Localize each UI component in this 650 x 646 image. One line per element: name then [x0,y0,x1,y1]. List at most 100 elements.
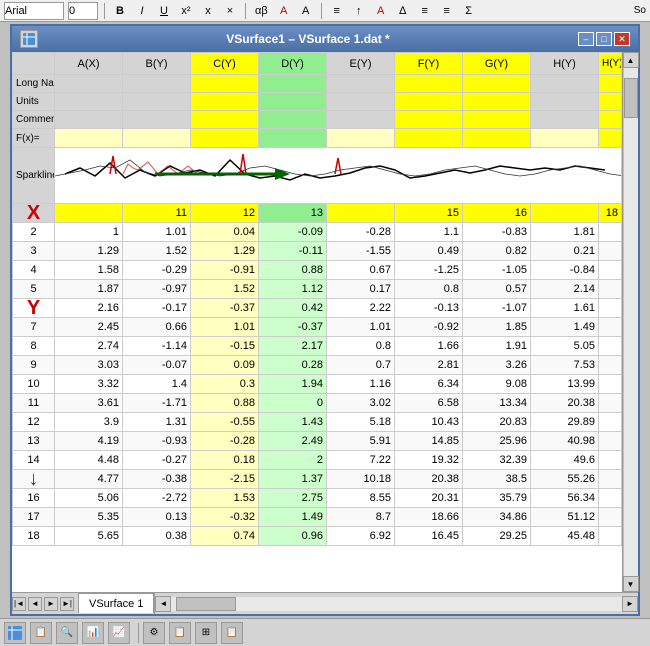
comments-f[interactable] [395,111,463,129]
fx-e[interactable] [327,129,395,148]
r5-g[interactable]: 0.57 [463,280,531,299]
r4-c[interactable]: -0.91 [191,261,259,280]
status-icon-2[interactable]: 📋 [30,622,52,644]
border-button[interactable]: ∆ [394,2,412,20]
status-icon-5[interactable]: 📈 [108,622,130,644]
r14-e[interactable]: 7.22 [327,451,395,470]
r4-g[interactable]: -1.05 [463,261,531,280]
r18-b[interactable]: 0.38 [123,527,191,546]
units-b[interactable] [123,93,191,111]
r12-a[interactable]: 3.9 [55,413,123,432]
fx-a[interactable] [55,129,123,148]
format-button[interactable]: ≡ [438,2,456,20]
r3-a[interactable]: 1.29 [55,242,123,261]
r15-g[interactable]: 38.5 [463,470,531,489]
r10-h[interactable]: 13.99 [531,375,599,394]
r11-e[interactable]: 3.02 [327,394,395,413]
r8-a[interactable]: 2.74 [55,337,123,356]
status-icon-7[interactable]: 📋 [169,622,191,644]
r5-i[interactable] [599,280,622,299]
font-selector[interactable]: Arial [4,2,64,20]
r11-b[interactable]: -1.71 [123,394,191,413]
italic-button[interactable]: I [133,2,151,20]
r16-d[interactable]: 2.75 [259,489,327,508]
r2-c[interactable]: 0.04 [191,223,259,242]
r9-d[interactable]: 0.28 [259,356,327,375]
r6-a[interactable]: 2.16 [55,299,123,318]
r5-a[interactable]: 1.87 [55,280,123,299]
units-d[interactable] [259,93,327,111]
long-na-d[interactable] [259,75,327,93]
r9-c[interactable]: 0.09 [191,356,259,375]
r13-g[interactable]: 25.96 [463,432,531,451]
long-na-a[interactable] [55,75,123,93]
r10-d[interactable]: 1.94 [259,375,327,394]
r12-e[interactable]: 5.18 [327,413,395,432]
r11-f[interactable]: 6.58 [395,394,463,413]
r18-i[interactable] [599,527,622,546]
r14-d[interactable]: 2 [259,451,327,470]
r16-f[interactable]: 20.31 [395,489,463,508]
r11-c[interactable]: 0.88 [191,394,259,413]
r4-a[interactable]: 1.58 [55,261,123,280]
r12-b[interactable]: 1.31 [123,413,191,432]
r7-e[interactable]: 1.01 [327,318,395,337]
comments-g[interactable] [463,111,531,129]
long-na-e[interactable] [327,75,395,93]
status-icon-9[interactable]: 📋 [221,622,243,644]
comments-b[interactable] [123,111,191,129]
fx-i[interactable] [599,129,622,148]
r16-b[interactable]: -2.72 [123,489,191,508]
r7-a[interactable]: 2.45 [55,318,123,337]
r12-f[interactable]: 10.43 [395,413,463,432]
r9-f[interactable]: 2.81 [395,356,463,375]
r13-i[interactable] [599,432,622,451]
r13-b[interactable]: -0.93 [123,432,191,451]
r16-g[interactable]: 35.79 [463,489,531,508]
comments-e[interactable] [327,111,395,129]
scroll-left-button[interactable]: ◄ [155,596,171,612]
scroll-thumb[interactable] [624,78,638,118]
r14-c[interactable]: 0.18 [191,451,259,470]
r13-a[interactable]: 4.19 [55,432,123,451]
r9-h[interactable]: 7.53 [531,356,599,375]
r6-f[interactable]: -0.13 [395,299,463,318]
r15-d[interactable]: 1.37 [259,470,327,489]
col-header-i[interactable]: H(Y) [599,53,622,75]
r3-c[interactable]: 1.29 [191,242,259,261]
r18-e[interactable]: 6.92 [327,527,395,546]
r13-d[interactable]: 2.49 [259,432,327,451]
r11-a[interactable]: 3.61 [55,394,123,413]
r7-g[interactable]: 1.85 [463,318,531,337]
first-sheet-button[interactable]: |◄ [12,597,26,611]
r12-g[interactable]: 20.83 [463,413,531,432]
last-sheet-button[interactable]: ►| [60,597,74,611]
r8-b[interactable]: -1.14 [123,337,191,356]
r13-e[interactable]: 5.91 [327,432,395,451]
r10-i[interactable] [599,375,622,394]
comments-h[interactable] [531,111,599,129]
x-d[interactable]: 13 [259,204,327,223]
long-na-c[interactable] [191,75,259,93]
r5-c[interactable]: 1.52 [191,280,259,299]
x-c[interactable]: 12 [191,204,259,223]
x-h[interactable] [531,204,599,223]
r17-a[interactable]: 5.35 [55,508,123,527]
r3-h[interactable]: 0.21 [531,242,599,261]
r14-i[interactable] [599,451,622,470]
r6-d[interactable]: 0.42 [259,299,327,318]
status-icon-8[interactable]: ⊞ [195,622,217,644]
status-icon-4[interactable]: 📊 [82,622,104,644]
col-header-e[interactable]: E(Y) [327,53,395,75]
r16-e[interactable]: 8.55 [327,489,395,508]
r2-a[interactable]: 1 [55,223,123,242]
r13-f[interactable]: 14.85 [395,432,463,451]
fx-b[interactable] [123,129,191,148]
r2-f[interactable]: 1.1 [395,223,463,242]
r7-f[interactable]: -0.92 [395,318,463,337]
x-i[interactable]: 18 [599,204,622,223]
r2-d[interactable]: -0.09 [259,223,327,242]
underline-button[interactable]: U [155,2,173,20]
col-header-h[interactable]: H(Y) [531,53,599,75]
r5-d[interactable]: 1.12 [259,280,327,299]
